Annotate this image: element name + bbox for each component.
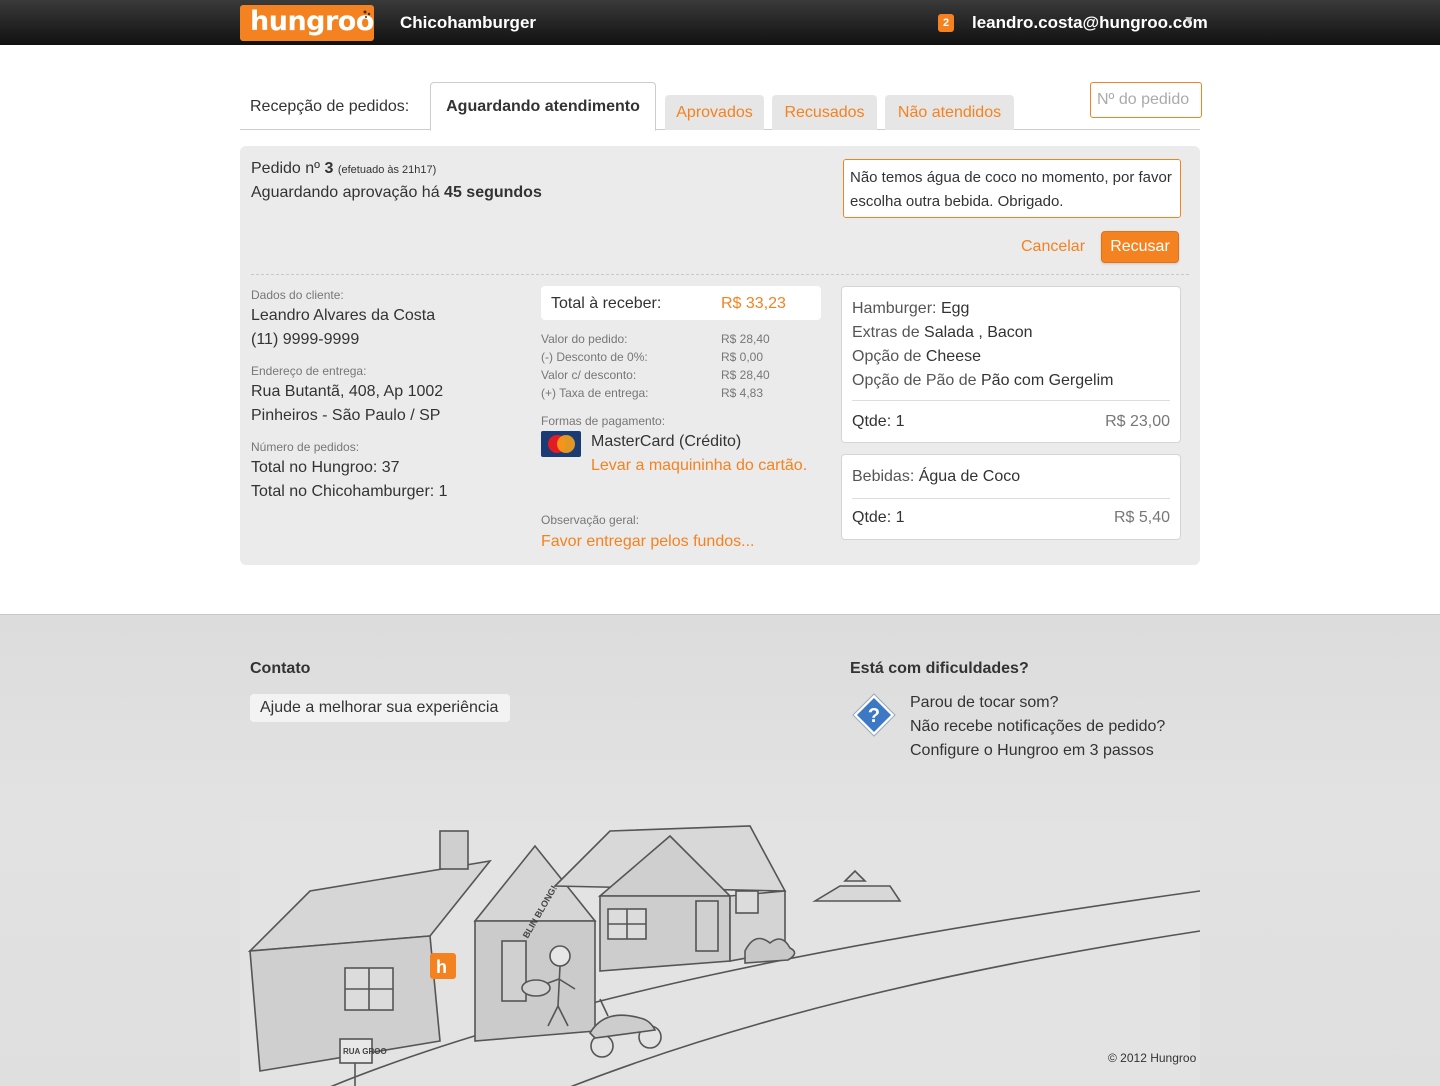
item-price: R$ 5,40 — [1113, 509, 1170, 526]
wait-time: 45 segundos — [444, 184, 542, 201]
payment-method: MasterCard (Crédito) — [591, 433, 742, 450]
reject-button[interactable]: Recusar — [1101, 231, 1179, 263]
tab-aprovados[interactable]: Aprovados — [665, 95, 764, 130]
payment-note: Levar a maquininha do cartão. — [591, 457, 808, 474]
item-price: R$ 23,00 — [1105, 413, 1170, 430]
item-line: Opção de Pão de Pão com Gergelim — [852, 372, 1114, 389]
top-bar: hungroo Chicohamburger 2 leandro.costa@h… — [0, 0, 1440, 45]
user-menu[interactable]: leandro.costa@hungroo.com — [972, 13, 1208, 33]
configure-link[interactable]: Configure o Hungroo em 3 passos — [910, 742, 1154, 760]
feedback-button[interactable]: Ajude a melhorar sua experiência — [250, 694, 510, 722]
notification-badge[interactable]: 2 — [938, 14, 954, 32]
client-phone: (11) 9999-9999 — [251, 331, 360, 348]
summary-row-label: (-) Desconto de 0%: — [541, 350, 648, 364]
svg-text:?: ? — [868, 705, 880, 727]
address-line2: Pinheiros - São Paulo / SP — [251, 407, 441, 424]
cancel-link[interactable]: Cancelar — [1021, 238, 1085, 256]
summary-row-label: Valor do pedido: — [541, 332, 628, 346]
order-item-card: Bebidas: Água de Coco Qtde: 1 R$ 5,40 — [841, 454, 1181, 540]
footer: Contato Ajude a melhorar sua experiência… — [0, 614, 1440, 1086]
order-title: Pedido nº 3 (efetuado às 21h17) — [251, 160, 436, 178]
wait-prefix: Aguardando aprovação há — [251, 184, 440, 201]
item-qty: Qtde: 1 — [852, 509, 905, 526]
address-label: Endereço de entrega: — [251, 364, 367, 378]
summary-row-label: Valor c/ desconto: — [541, 368, 637, 382]
order-title-prefix: Pedido nº — [251, 160, 321, 177]
item-qty: Qtde: 1 — [852, 413, 905, 430]
reject-reason-textarea[interactable]: Não temos água de coco no momento, por f… — [843, 159, 1181, 218]
total-label: Total à receber: — [551, 295, 662, 312]
obs-label: Observação geral: — [541, 513, 640, 527]
tab-nao-atendidos[interactable]: Não atendidos — [885, 95, 1014, 130]
client-name: Leandro Alvares da Costa — [251, 307, 436, 324]
total-box: Total à receber: R$ 33,23 — [541, 286, 821, 320]
total-value: R$ 33,23 — [721, 295, 786, 312]
hungroo-logo[interactable]: hungroo — [240, 5, 374, 41]
address-line1: Rua Butantã, 408, Ap 1002 — [251, 383, 444, 400]
help-title: Está com dificuldades? — [850, 660, 1029, 677]
tab-recusados[interactable]: Recusados — [772, 95, 877, 130]
summary-row-value: R$ 4,83 — [721, 386, 764, 400]
contact-title: Contato — [250, 660, 311, 677]
order-wait: Aguardando aprovação há 45 segundos — [251, 184, 542, 202]
payment-label: Formas de pagamento: — [541, 414, 666, 428]
summary-row-value: R$ 0,00 — [721, 350, 764, 364]
item-divider — [852, 498, 1170, 499]
obs-text: Favor entregar pelos fundos... — [541, 533, 755, 550]
summary-row-label: (+) Taxa de entrega: — [541, 386, 649, 400]
help-question-icon: ? — [852, 693, 896, 737]
order-panel: Pedido nº 3 (efetuado às 21h17) Aguardan… — [240, 146, 1200, 565]
order-placed-at: (efetuado às 21h17) — [337, 164, 437, 176]
item-divider — [852, 400, 1170, 401]
order-number: 3 — [324, 160, 334, 177]
item-details: Hamburger: Egg Extras de Salada , Bacon … — [852, 297, 1114, 393]
illustration-sign-text: RUA GROO — [343, 1047, 387, 1056]
item-line: Opção de Cheese — [852, 348, 981, 365]
summary-row-value: R$ 28,40 — [721, 332, 770, 346]
copyright: © 2012 Hungroo — [1108, 1051, 1197, 1065]
store-name[interactable]: Chicohamburger — [400, 13, 536, 33]
item-details: Bebidas: Água de Coco — [852, 465, 1020, 489]
orders-count-label: Número de pedidos: — [251, 440, 360, 454]
svg-text:h: h — [436, 957, 447, 977]
mastercard-icon — [541, 431, 581, 457]
help-line-1: Parou de tocar som? — [910, 694, 1059, 711]
orders-total-store: Total no Chicohamburger: 1 — [251, 483, 448, 500]
logo-dots-icon — [363, 10, 371, 18]
item-line: Extras de Salada , Bacon — [852, 324, 1033, 341]
orders-total-hungroo: Total no Hungroo: 37 — [251, 459, 400, 476]
help-line-2: Não recebe notificações de pedido? — [910, 718, 1166, 735]
client-label: Dados do cliente: — [251, 288, 344, 302]
divider — [251, 274, 1189, 275]
neighborhood-illustration: h BLIN BLONG! RUA GROO — [240, 821, 1200, 1086]
item-line: Hamburger: Egg — [852, 300, 970, 317]
order-number-input[interactable] — [1090, 82, 1202, 118]
order-item-card: Hamburger: Egg Extras de Salada , Bacon … — [841, 286, 1181, 443]
chevron-down-icon[interactable]: ▼ — [1183, 13, 1195, 27]
tab-aguardando[interactable]: Aguardando atendimento — [430, 82, 656, 131]
tabs-label: Recepção de pedidos: — [250, 98, 410, 115]
summary-row-value: R$ 28,40 — [721, 368, 770, 382]
item-line: Bebidas: Água de Coco — [852, 468, 1021, 485]
logo-text: hungroo — [250, 6, 374, 37]
